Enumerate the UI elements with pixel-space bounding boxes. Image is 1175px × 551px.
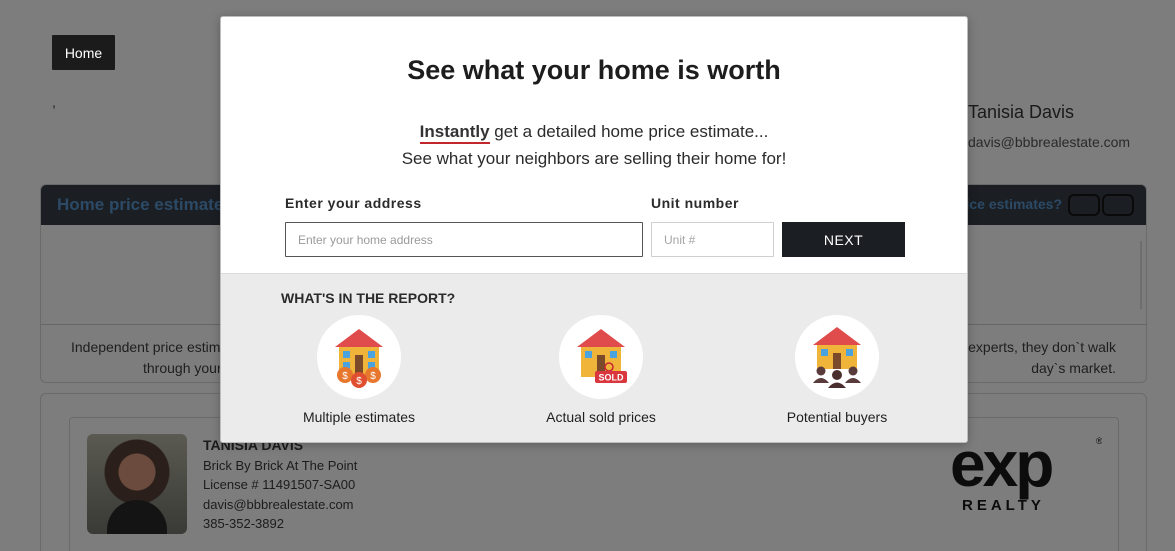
agent-phone[interactable]: 385-352-3892 bbox=[203, 514, 357, 534]
unit-input[interactable] bbox=[651, 222, 774, 257]
estimate-text-left-2: through your bbox=[143, 360, 222, 376]
estimate-header-question: rice estimates? bbox=[960, 196, 1062, 212]
report-section: WHAT'S IN THE REPORT? $ $ $ Multiple est… bbox=[221, 273, 967, 442]
estimate-header-title: Home price estimate bbox=[57, 195, 224, 214]
svg-text:REALTY: REALTY bbox=[962, 497, 1045, 514]
modal-subtitle-line1: get a detailed home price estimate... bbox=[489, 122, 769, 141]
feature-circle: SOLD bbox=[559, 315, 643, 399]
header-prev-button[interactable] bbox=[1068, 194, 1100, 216]
feature-actual-sold-prices: SOLD Actual sold prices bbox=[521, 315, 681, 425]
home-value-modal: See what your home is worth Instantly ge… bbox=[220, 16, 968, 443]
feature-circle bbox=[795, 315, 879, 399]
estimate-text-right-2: day`s market. bbox=[1031, 360, 1116, 376]
house-people-icon bbox=[813, 327, 861, 388]
exp-realty-logo: exp ® REALTY bbox=[950, 434, 1102, 514]
svg-text:exp: exp bbox=[950, 434, 1052, 500]
next-button[interactable]: NEXT bbox=[782, 222, 905, 257]
feature-multiple-estimates: $ $ $ Multiple estimates bbox=[279, 315, 439, 425]
svg-text:$: $ bbox=[370, 371, 376, 382]
nav-home-button[interactable]: Home bbox=[52, 35, 115, 70]
house-coins-icon: $ $ $ bbox=[335, 329, 383, 388]
modal-title: See what your home is worth bbox=[407, 55, 781, 85]
svg-text:®: ® bbox=[1096, 436, 1102, 446]
scrollbar[interactable] bbox=[1140, 241, 1142, 309]
agent-email-top[interactable]: davis@bbbrealestate.com bbox=[968, 134, 1130, 150]
estimate-text-left: Independent price estima through your bbox=[71, 337, 228, 379]
feature-label: Multiple estimates bbox=[302, 409, 416, 425]
header-next-button[interactable] bbox=[1102, 194, 1134, 216]
instantly-emphasis: Instantly bbox=[419, 122, 490, 144]
agent-email[interactable]: davis@bbbrealestate.com bbox=[203, 495, 357, 515]
address-label: Enter your address bbox=[285, 195, 422, 211]
report-title: WHAT'S IN THE REPORT? bbox=[281, 290, 456, 306]
agent-name-top: Tanisia Davis bbox=[968, 102, 1075, 122]
svg-text:$: $ bbox=[356, 376, 362, 387]
feature-label: Actual sold prices bbox=[546, 409, 656, 425]
svg-text:SOLD: SOLD bbox=[598, 373, 624, 383]
unit-label: Unit number bbox=[651, 195, 739, 211]
estimate-text-right-1: experts, they don`t walk bbox=[968, 339, 1116, 355]
estimate-text-right: experts, they don`t walk day`s market. bbox=[968, 337, 1116, 379]
feature-circle: $ $ $ bbox=[317, 315, 401, 399]
feature-label: Potential buyers bbox=[786, 409, 888, 425]
agent-photo bbox=[87, 434, 187, 534]
feature-potential-buyers: Potential buyers bbox=[757, 315, 917, 425]
agent-company: Brick By Brick At The Point bbox=[203, 457, 358, 473]
modal-subtitle: Instantly get a detailed home price esti… bbox=[221, 118, 967, 172]
agent-license: License # 11491507-SA00 bbox=[203, 477, 356, 492]
svg-text:$: $ bbox=[342, 371, 348, 382]
house-sold-icon: SOLD bbox=[577, 329, 627, 383]
address-input[interactable] bbox=[285, 222, 643, 257]
page-comma: , bbox=[52, 94, 56, 110]
agent-info: TANISIA DAVIS Brick By Brick At The Poin… bbox=[203, 436, 357, 534]
modal-subtitle-line2: See what your neighbors are selling thei… bbox=[401, 149, 787, 168]
estimate-text-left-1: Independent price estima bbox=[71, 339, 229, 355]
